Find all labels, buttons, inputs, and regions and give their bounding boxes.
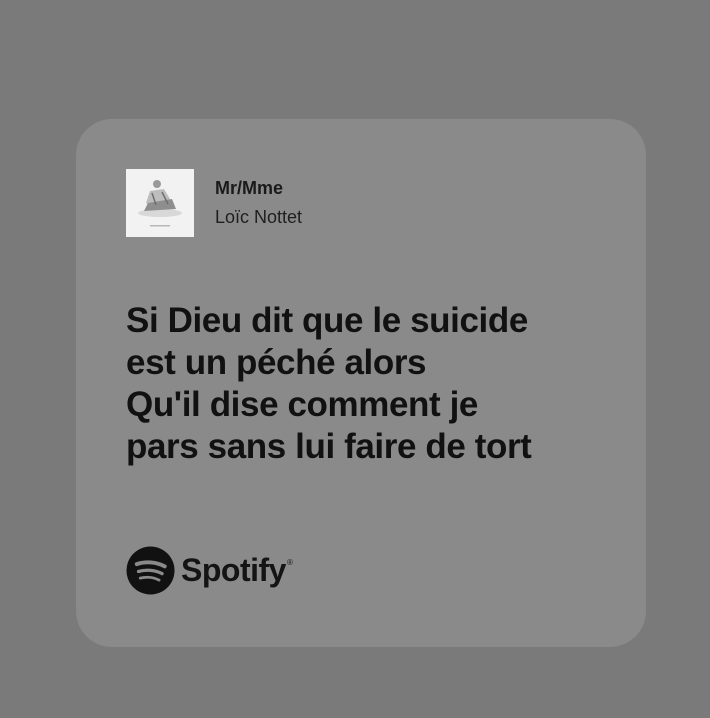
- lyric-line: Qu'il dise comment je: [126, 385, 478, 424]
- lyrics-share-card: Mr/Mme Loïc Nottet Si Dieu dit que le su…: [76, 119, 646, 647]
- album-cover: [126, 169, 194, 237]
- song-title: Mr/Mme: [215, 178, 284, 198]
- spotify-branding: Spotify®: [126, 546, 293, 595]
- registered-mark: ®: [286, 558, 293, 567]
- lyrics-block: Si Dieu dit que le suicide est un péché …: [126, 300, 626, 468]
- screen: Mr/Mme Loïc Nottet Si Dieu dit que le su…: [0, 0, 710, 718]
- spotify-logo-icon: [126, 546, 175, 595]
- lyric-line: pars sans lui faire de tort: [126, 427, 532, 466]
- artist-name: Loïc Nottet: [215, 207, 303, 227]
- spotify-wordmark-text: Spotify: [181, 552, 286, 588]
- spotify-wordmark: Spotify®: [181, 552, 293, 589]
- lyric-line: Si Dieu dit que le suicide: [126, 301, 528, 340]
- track-meta: Mr/Mme Loïc Nottet: [215, 177, 302, 228]
- album-cover-art: [126, 169, 194, 237]
- lyric-line: est un péché alors: [126, 343, 427, 382]
- track-header: Mr/Mme Loïc Nottet: [126, 169, 302, 237]
